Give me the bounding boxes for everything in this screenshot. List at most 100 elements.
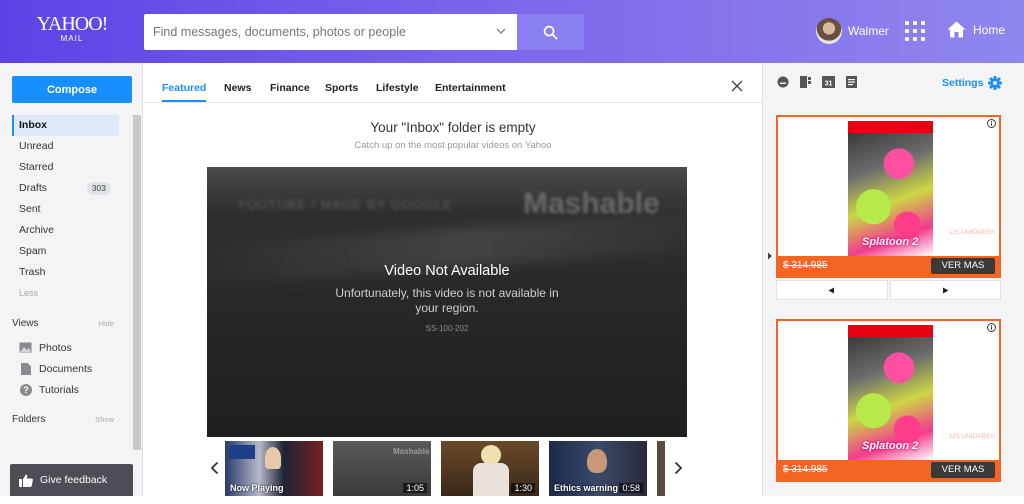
svg-text:?: ? <box>23 385 29 395</box>
right-panel-toolbar: 31 <box>776 75 858 88</box>
ver-mas-button[interactable]: VER MAS <box>931 258 995 274</box>
give-feedback-label: Give feedback <box>40 474 108 486</box>
video-watermark-right: Mashable <box>523 187 660 220</box>
less-toggle[interactable]: Less <box>12 283 119 304</box>
views-list: Photos Documents ? Tutorials <box>19 337 92 400</box>
views-section-header: Views Hide <box>12 318 114 329</box>
sidebar-item-drafts[interactable]: Drafts 303 <box>12 178 119 199</box>
document-icon <box>19 362 32 375</box>
thumbnail-duration: 1:05 <box>403 483 427 493</box>
video-error-code: SS-100-202 <box>425 324 469 333</box>
video-thumbnail[interactable]: Mashable 1:05 <box>333 441 431 496</box>
settings-button[interactable]: Settings <box>942 76 1003 90</box>
apps-grid-icon[interactable] <box>905 21 925 41</box>
video-thumbnail[interactable]: 1:30 <box>441 441 539 496</box>
logo-product: MAIL <box>60 34 84 43</box>
triangle-left-icon <box>828 287 835 293</box>
video-thumbnail[interactable]: Now Playing <box>225 441 323 496</box>
ad-stock-note: 125 UNIDADES <box>948 433 995 440</box>
ad-frame[interactable]: Splatoon 2 125 UNIDADES $ 314.985 VER MA… <box>776 319 1001 482</box>
ad-frame[interactable]: Splatoon 2 125 UNIDADES $ 314.985 VER MA… <box>776 115 1001 278</box>
sidebar-item-sent[interactable]: Sent <box>12 199 119 220</box>
ad-carousel-controls <box>776 280 1001 300</box>
compose-button[interactable]: Compose <box>12 76 132 103</box>
thumbnail-caption: Now Playing <box>230 483 284 493</box>
video-error-title: Video Not Available <box>384 263 510 279</box>
empty-folder-subtitle: Catch up on the most popular videos on Y… <box>354 140 552 151</box>
emoji-icon[interactable] <box>776 75 789 88</box>
video-error-message: Unfortunately, this video is not availab… <box>335 286 559 315</box>
tab-finance[interactable]: Finance <box>270 82 310 94</box>
avatar <box>816 18 842 44</box>
video-player[interactable]: YOUTUBE / MADE BY GOOGLE Mashable Video … <box>207 167 687 437</box>
game-box-art: Splatoon 2 <box>848 325 933 460</box>
view-item-documents[interactable]: Documents <box>19 358 92 379</box>
sidebar-item-starred[interactable]: Starred <box>12 157 119 178</box>
search-icon <box>543 25 558 39</box>
folders-title: Folders <box>12 414 46 425</box>
video-thumbnail-partial[interactable] <box>657 441 665 496</box>
left-sidebar: Compose Inbox Unread Starred Drafts 303 … <box>0 63 143 496</box>
chevron-left-icon[interactable] <box>210 461 220 475</box>
ver-mas-button[interactable]: VER MAS <box>931 462 995 478</box>
chevron-right-icon[interactable] <box>673 461 683 475</box>
folders-section-header: Folders Show <box>12 414 114 425</box>
thumbnail-duration: 0:58 <box>619 483 643 493</box>
tab-lifestyle[interactable]: Lifestyle <box>376 82 419 94</box>
sidebar-item-spam[interactable]: Spam <box>12 241 119 262</box>
top-bar: YAHOO! MAIL Walmer Home <box>0 0 1024 63</box>
folder-nav: Inbox Unread Starred Drafts 303 Sent Arc… <box>12 115 119 304</box>
yahoo-mail-logo[interactable]: YAHOO! MAIL <box>36 13 109 44</box>
info-icon[interactable] <box>987 323 996 332</box>
search-box <box>144 14 517 50</box>
sidebar-item-archive[interactable]: Archive <box>12 220 119 241</box>
ad-price-bar: $ 314.985 VER MAS <box>778 460 999 480</box>
video-thumbnail[interactable]: Ethics warning 0:58 <box>549 441 647 496</box>
give-feedback-button[interactable]: Give feedback <box>10 464 133 496</box>
info-icon[interactable] <box>987 119 996 128</box>
category-tabs: Featured News Finance Sports Lifestyle E… <box>144 63 762 103</box>
sidebar-item-trash[interactable]: Trash <box>12 262 119 283</box>
home-button[interactable]: Home <box>947 21 1005 38</box>
game-box-art: Splatoon 2 <box>848 121 933 256</box>
home-label: Home <box>973 22 1006 37</box>
ad-price: $ 314.985 <box>783 260 828 271</box>
views-hide-link[interactable]: Hide <box>99 319 114 328</box>
sidebar-item-unread[interactable]: Unread <box>12 136 119 157</box>
logo-brand: YAHOO! <box>36 13 109 35</box>
gear-icon <box>988 76 1003 90</box>
folders-show-link[interactable]: Show <box>95 415 114 424</box>
tab-featured[interactable]: Featured <box>162 82 207 102</box>
ad-prev-button[interactable] <box>776 280 888 300</box>
search-input[interactable] <box>144 14 484 50</box>
tab-news[interactable]: News <box>224 82 251 94</box>
help-icon: ? <box>19 383 32 396</box>
ad-price-bar: $ 314.985 VER MAS <box>778 256 999 276</box>
ad-stock-note: 125 UNIDADES <box>948 229 995 236</box>
video-watermark-left: YOUTUBE / MADE BY GOOGLE <box>237 197 453 212</box>
ad-unit: Splatoon 2 125 UNIDADES $ 314.985 VER MA… <box>776 115 1001 300</box>
user-name: Walmer <box>848 24 889 38</box>
notepad-icon[interactable] <box>845 75 858 88</box>
calendar-icon[interactable]: 31 <box>822 75 835 88</box>
view-item-tutorials[interactable]: ? Tutorials <box>19 379 92 400</box>
contacts-icon[interactable] <box>799 75 812 88</box>
thumbnail-caption: Ethics warning <box>554 483 619 493</box>
right-panel: 31 Settings Splatoon 2 125 UNIDADES $ 31… <box>762 63 1024 496</box>
view-item-photos[interactable]: Photos <box>19 337 92 358</box>
chevron-right-icon[interactable] <box>767 252 773 260</box>
tab-entertainment[interactable]: Entertainment <box>435 82 506 94</box>
search-button[interactable] <box>517 14 584 50</box>
triangle-right-icon <box>942 287 949 293</box>
settings-label: Settings <box>942 77 984 89</box>
ad-next-button[interactable] <box>889 280 1001 300</box>
tab-sports[interactable]: Sports <box>325 82 358 94</box>
close-icon[interactable] <box>731 80 743 92</box>
views-title: Views <box>12 318 39 329</box>
chevron-down-icon[interactable] <box>495 25 507 37</box>
svg-text:31: 31 <box>825 80 833 87</box>
user-menu[interactable]: Walmer <box>816 18 889 44</box>
sidebar-item-inbox[interactable]: Inbox <box>12 115 119 136</box>
sidebar-scrollbar[interactable] <box>133 115 141 450</box>
empty-folder-title: Your "Inbox" folder is empty <box>370 120 536 135</box>
